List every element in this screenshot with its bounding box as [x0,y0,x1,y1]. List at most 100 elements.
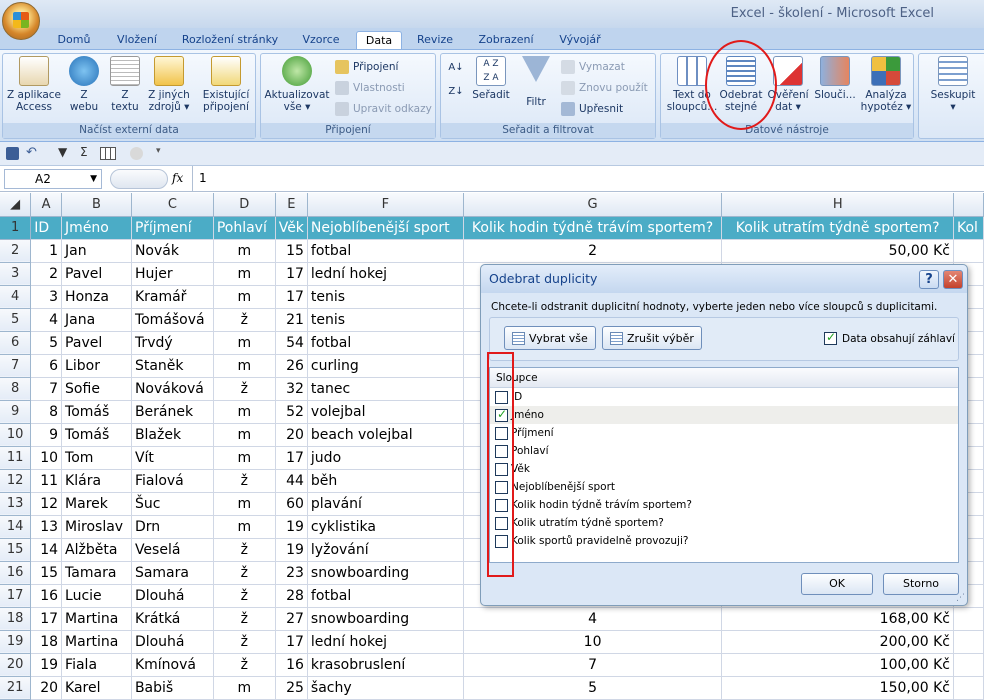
table-cell[interactable]: ž [213,607,276,631]
table-cell[interactable]: 150,00 Kč [721,676,954,700]
formula-input[interactable]: 1 [199,171,207,185]
table-cell[interactable]: m [213,423,276,447]
row-header[interactable]: 2 [0,239,32,263]
table-cell[interactable]: 3 [30,285,63,309]
table-cell[interactable]: Tamara [61,561,132,585]
table-cell[interactable]: Honza [61,285,132,309]
col-header-d[interactable]: D [213,193,276,217]
table-cell[interactable] [953,653,984,677]
table-cell[interactable]: m [213,262,276,286]
tab-review[interactable]: Revize [412,31,458,50]
refresh-all-button[interactable]: Aktualizovat vše ▾ [263,56,331,113]
row-header[interactable]: 17 [0,584,32,608]
select-all-button[interactable]: Vybrat vše [504,326,596,350]
table-cell[interactable]: 52 [275,400,308,424]
tab-developer[interactable]: Vývojář [552,31,608,50]
table-cell[interactable]: 60 [275,492,308,516]
consolidate-button[interactable]: Slouči... [811,56,859,101]
table-cell[interactable]: m [213,239,276,263]
filter-button[interactable]: Filtr [519,56,553,108]
row-header[interactable]: 19 [0,630,32,654]
has-headers-checkbox[interactable]: Data obsahují záhlaví [824,330,955,345]
table-cell[interactable]: ž [213,584,276,608]
table-cell[interactable]: Karel [61,676,132,700]
row-header[interactable]: 21 [0,676,32,700]
table-cell[interactable]: lední hokej [307,630,464,654]
table-cell[interactable]: 16 [30,584,63,608]
tab-data[interactable]: Data [356,31,402,50]
table-cell[interactable]: Hujer [131,262,214,286]
table-cell[interactable]: fotbal [307,239,464,263]
table-cell[interactable]: m [213,492,276,516]
columns-listbox[interactable]: Sloupce ID Jméno Příjmení Pohlaví Věk Nejoblí… [489,367,959,563]
table-cell[interactable]: beach volejbal [307,423,464,447]
advanced-button[interactable]: Upřesnit [561,100,623,118]
table-cell[interactable]: tenis [307,308,464,332]
table-cell[interactable]: ž [213,561,276,585]
name-box[interactable]: A2 ▼ [4,169,102,189]
table-cell[interactable]: 17 [275,285,308,309]
save-icon[interactable] [6,147,19,160]
table-cell[interactable]: 54 [275,331,308,355]
col-header-h[interactable]: H [721,193,954,217]
column-list-item[interactable]: Pohlaví [490,442,958,460]
table-cell[interactable]: 4 [463,607,723,631]
table-cell[interactable]: Jan [61,239,132,263]
from-web-button[interactable]: Z webu [65,56,103,113]
column-list-item[interactable]: Kolik hodin týdně trávím sportem? [490,496,958,514]
sort-az-button[interactable]: A↓ Z↓ [443,56,469,98]
table-cell[interactable]: 20 [275,423,308,447]
table-cell[interactable]: běh [307,469,464,493]
table-cell[interactable]: Trvdý [131,331,214,355]
header-cell[interactable]: Kolik utratím týdně sportem? [721,216,954,240]
header-cell[interactable]: Kol [953,216,984,240]
edit-links-button[interactable]: Upravit odkazy [335,100,432,118]
row-header[interactable]: 5 [0,308,32,332]
col-header-a[interactable]: A [30,193,63,217]
undo-icon[interactable]: ↶ [26,145,37,160]
table-cell[interactable]: Šuc [131,492,214,516]
row-header[interactable]: 10 [0,423,32,447]
table-cell[interactable]: Beránek [131,400,214,424]
tab-home[interactable]: Domů [50,31,98,50]
table-cell[interactable]: Tomášová [131,308,214,332]
borders-icon[interactable] [100,147,116,160]
cancel-button[interactable]: Storno [883,573,959,595]
row-header[interactable]: 6 [0,331,32,355]
col-header-i[interactable] [953,193,984,217]
row-header[interactable]: 3 [0,262,32,286]
table-cell[interactable]: Libor [61,354,132,378]
table-cell[interactable]: Novák [131,239,214,263]
column-list-item[interactable]: Příjmení [490,424,958,442]
table-cell[interactable]: 23 [275,561,308,585]
filter-small-icon[interactable]: ▼ [58,145,67,159]
properties-button[interactable]: Vlastnosti [335,79,405,97]
sort-button[interactable]: A ZZ A Seřadit [471,56,511,101]
table-cell[interactable]: 19 [275,515,308,539]
table-cell[interactable]: 15 [30,561,63,585]
table-cell[interactable]: Pavel [61,262,132,286]
table-cell[interactable]: 20 [30,676,63,700]
table-cell[interactable]: Jana [61,308,132,332]
table-cell[interactable]: Martina [61,607,132,631]
table-cell[interactable]: ž [213,377,276,401]
table-cell[interactable]: m [213,515,276,539]
table-cell[interactable]: 17 [30,607,63,631]
table-cell[interactable]: 10 [463,630,723,654]
table-cell[interactable]: ž [213,469,276,493]
table-cell[interactable]: Veselá [131,538,214,562]
column-list-item[interactable]: Nejoblíbenější sport [490,478,958,496]
table-cell[interactable]: 2 [30,262,63,286]
row-header[interactable]: 18 [0,607,32,631]
table-cell[interactable]: Marek [61,492,132,516]
table-cell[interactable]: cyklistika [307,515,464,539]
row-header[interactable]: 16 [0,561,32,585]
from-access-button[interactable]: Z aplikace Access [5,56,63,113]
table-cell[interactable]: lední hokej [307,262,464,286]
reapply-button[interactable]: Znovu použít [561,79,648,97]
connections-button[interactable]: Připojení [335,58,398,76]
table-cell[interactable]: m [213,354,276,378]
select-all-corner[interactable]: ◢ [0,193,32,217]
has-headers-check-icon[interactable] [824,330,837,345]
table-cell[interactable]: 17 [275,262,308,286]
